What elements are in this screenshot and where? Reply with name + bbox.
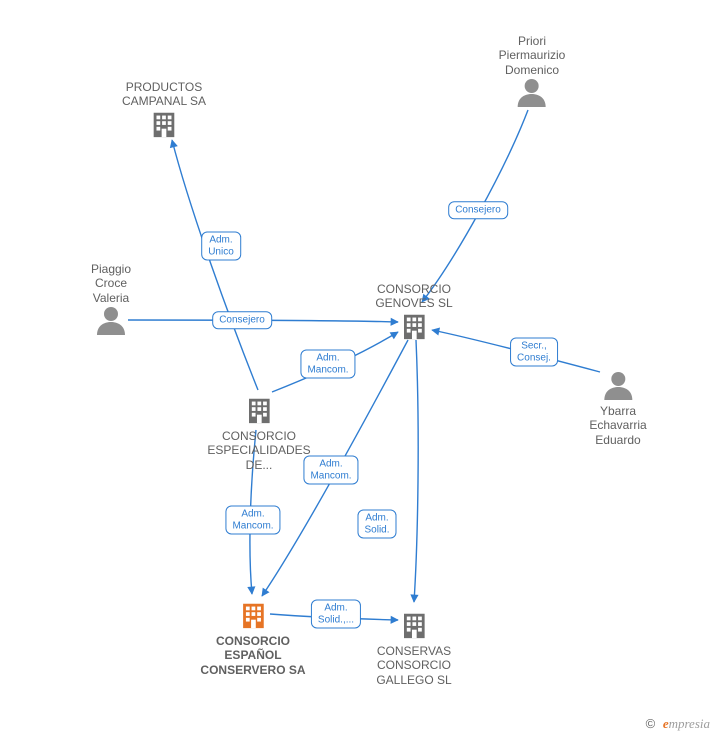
node-label: Piaggio Croce Valeria [91,262,131,305]
node-label: CONSORCIO ESPAÑOL CONSERVERO SA [200,634,305,677]
edge-tag-e1[interactable]: Adm. Unico [201,232,241,261]
attribution: © empresia [646,716,710,732]
graph-canvas: Adm. Unico Consejero Consejero Adm. Mancom.… [0,0,728,740]
edge-tag-e2[interactable]: Consejero [448,201,508,219]
node-conservas_gallego[interactable]: CONSERVAS CONSORCIO GALLEGO SL [376,610,451,687]
node-productos_campanal[interactable]: PRODUCTOS CAMPANAL SA [122,76,206,139]
copyright-symbol: © [646,716,656,731]
person-icon [515,77,549,107]
edge-tag-e7[interactable]: Adm. Mancom. [225,506,280,535]
edge-tag-e5[interactable]: Secr., Consej. [510,338,558,367]
node-priori[interactable]: Priori Piermaurizio Domenico [499,30,566,107]
node-label: CONSORCIO ESPECIALIDADES DE... [207,429,310,472]
node-label: CONSORCIO GENOVES SL [375,282,452,311]
edge-e1 [172,140,258,390]
building-icon [238,600,268,630]
edge-tag-e8[interactable]: Adm. Solid. [357,510,396,539]
edge-tag-e4[interactable]: Adm. Mancom. [300,350,355,379]
node-consorcio_especialidades[interactable]: CONSORCIO ESPECIALIDADES DE... [207,395,310,472]
person-icon [94,305,128,335]
building-icon [149,109,179,139]
person-icon [601,370,635,400]
node-label: CONSERVAS CONSORCIO GALLEGO SL [376,644,451,687]
node-ybarra[interactable]: Ybarra Echavarria Eduardo [589,370,646,447]
node-label: Ybarra Echavarria Eduardo [589,404,646,447]
node-label: PRODUCTOS CAMPANAL SA [122,80,206,109]
building-icon [399,610,429,640]
node-label: Priori Piermaurizio Domenico [499,34,566,77]
node-consorcio_espanol[interactable]: CONSORCIO ESPAÑOL CONSERVERO SA [200,600,305,677]
edge-tag-e6[interactable]: Adm. Mancom. [303,456,358,485]
brand-rest: mpresia [669,716,710,731]
edge-tag-e9[interactable]: Adm. Solid.,... [311,600,361,629]
building-icon [244,395,274,425]
node-consorcio_genoves[interactable]: CONSORCIO GENOVES SL [375,278,452,341]
edge-tag-e3[interactable]: Consejero [212,311,272,329]
node-piaggio[interactable]: Piaggio Croce Valeria [91,258,131,335]
building-icon [399,311,429,341]
edge-e8 [414,340,418,602]
